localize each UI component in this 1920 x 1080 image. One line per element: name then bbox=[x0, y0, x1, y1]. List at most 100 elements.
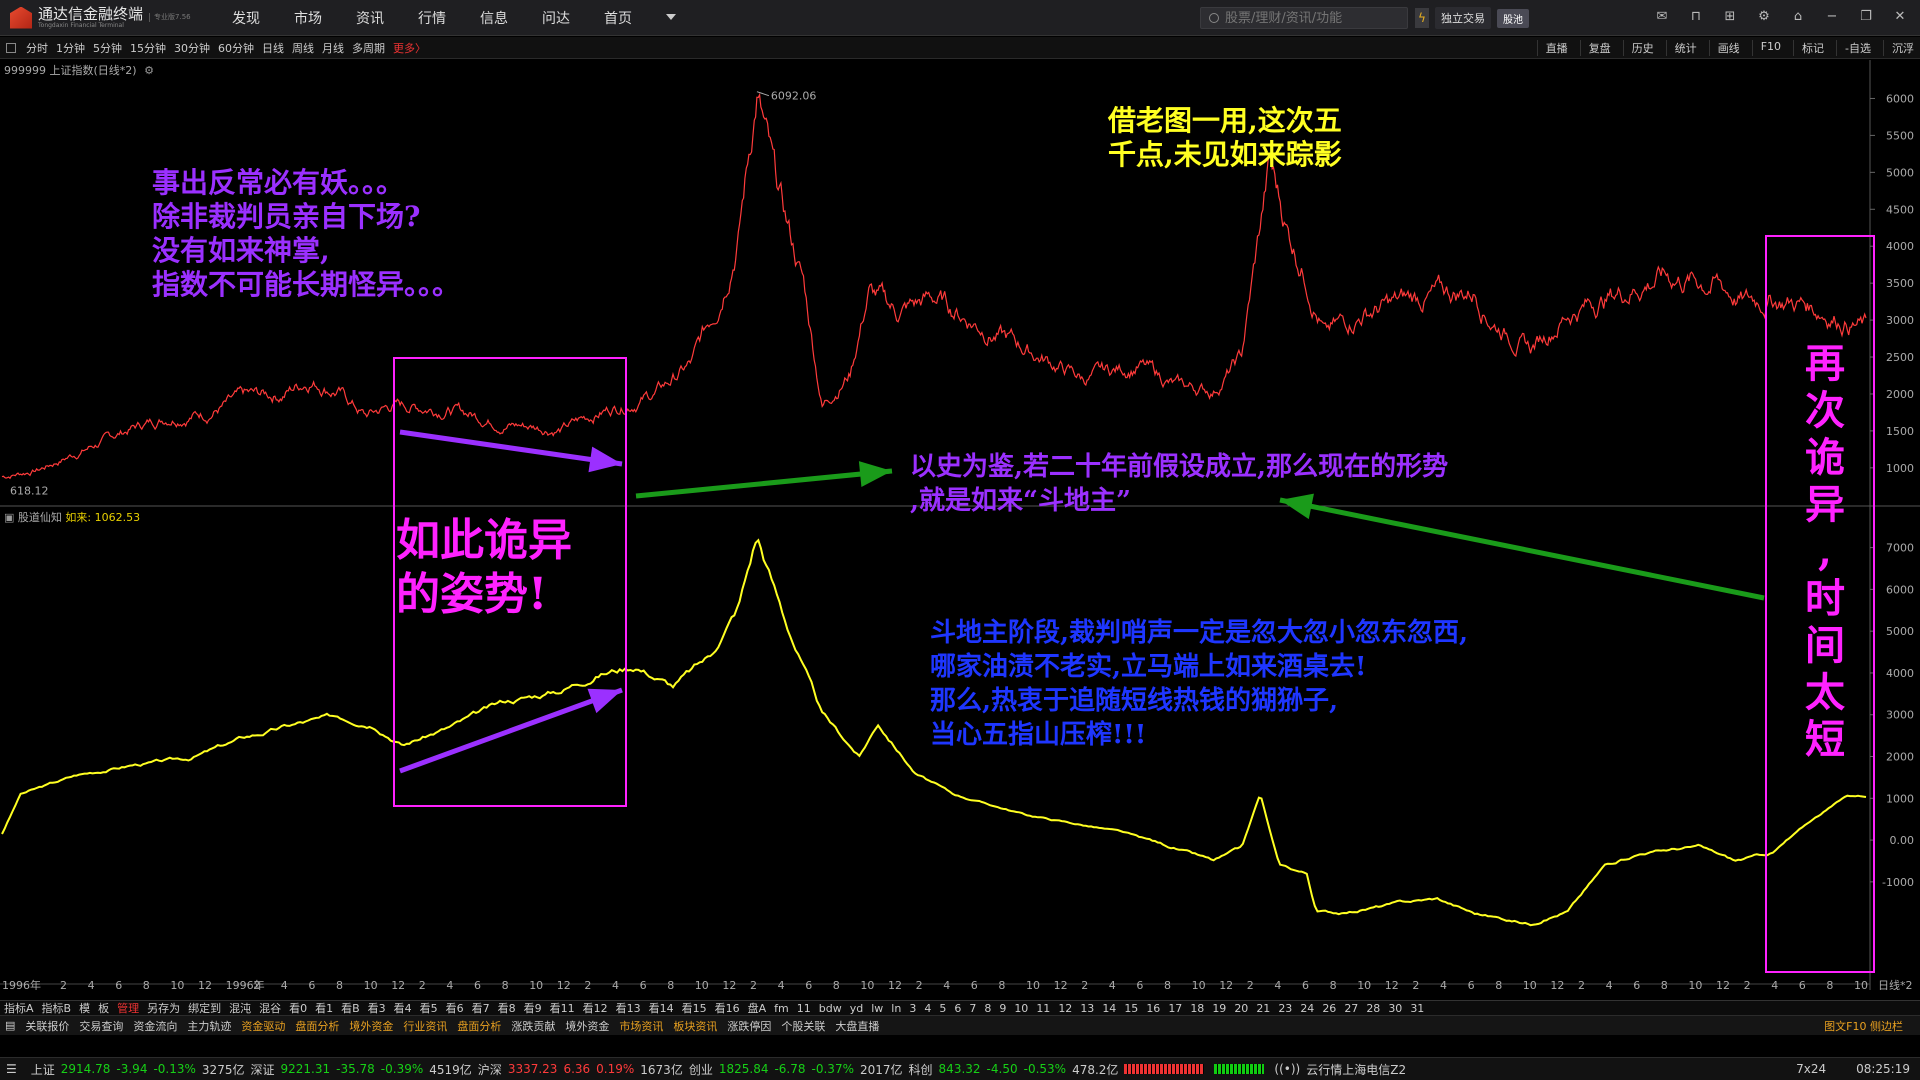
indicator-2[interactable]: 模 bbox=[79, 1000, 90, 1016]
indicator-30[interactable]: lw bbox=[871, 1002, 883, 1015]
menu-item-4[interactable]: 信息 bbox=[480, 8, 508, 28]
function-tab-11[interactable]: 市场资讯 bbox=[619, 1018, 663, 1034]
function-tab-8[interactable]: 盘面分析 bbox=[457, 1018, 501, 1034]
app-logo[interactable]: 通达信金融终端 Tongdaxin Financial Terminal 专业版… bbox=[10, 6, 210, 29]
indicator-4[interactable]: 管理 bbox=[117, 1000, 139, 1016]
indicator-23[interactable]: 看15 bbox=[682, 1000, 707, 1016]
indicator-38[interactable]: 9 bbox=[999, 1002, 1006, 1015]
indicator-56[interactable]: 30 bbox=[1388, 1002, 1402, 1015]
menu-item-1[interactable]: 市场 bbox=[294, 8, 322, 28]
indicator-6[interactable]: 绑定到 bbox=[188, 1000, 221, 1016]
indicator-27[interactable]: 11 bbox=[797, 1002, 811, 1015]
settings-icon[interactable]: ⚙ bbox=[144, 64, 154, 77]
period-3[interactable]: 15分钟 bbox=[130, 40, 166, 56]
tab-panel-icon[interactable]: ▤ bbox=[5, 1019, 15, 1032]
chart-tool-6[interactable]: 标记 bbox=[1793, 39, 1824, 56]
search-input[interactable] bbox=[1225, 10, 1395, 26]
indicator-19[interactable]: 看11 bbox=[550, 1000, 575, 1016]
indicator-9[interactable]: 看0 bbox=[289, 1000, 307, 1016]
lightning-icon[interactable]: ϟ bbox=[1415, 8, 1429, 28]
indicator-45[interactable]: 16 bbox=[1146, 1002, 1160, 1015]
menu-item-6[interactable]: 首页 bbox=[604, 8, 632, 28]
restore-icon[interactable]: ❐ bbox=[1856, 8, 1876, 26]
function-tab-2[interactable]: 资金流向 bbox=[133, 1018, 177, 1034]
indicator-26[interactable]: fm bbox=[774, 1002, 789, 1015]
indicator-3[interactable]: 板 bbox=[98, 1000, 109, 1016]
period-6[interactable]: 日线 bbox=[262, 40, 284, 56]
function-tab-1[interactable]: 交易查询 bbox=[79, 1018, 123, 1034]
indicator-54[interactable]: 27 bbox=[1344, 1002, 1358, 1015]
indicator-24[interactable]: 看16 bbox=[715, 1000, 740, 1016]
index-name[interactable]: 上证 bbox=[31, 1061, 55, 1078]
indicator-50[interactable]: 21 bbox=[1256, 1002, 1270, 1015]
period-more[interactable]: 更多〉 bbox=[393, 40, 426, 56]
indicator-32[interactable]: 3 bbox=[909, 1002, 916, 1015]
search-box[interactable] bbox=[1200, 7, 1408, 29]
chart-tool-5[interactable]: F10 bbox=[1751, 39, 1781, 56]
gear-icon[interactable]: ⚙ bbox=[1754, 8, 1774, 26]
grid-icon[interactable]: ⊞ bbox=[1720, 8, 1740, 26]
index-name[interactable]: 沪深 bbox=[478, 1061, 502, 1078]
minimize-icon[interactable]: − bbox=[1822, 8, 1842, 26]
function-tab-7[interactable]: 行业资讯 bbox=[403, 1018, 447, 1034]
lock-icon[interactable]: ⊓ bbox=[1686, 8, 1706, 26]
period-1[interactable]: 1分钟 bbox=[56, 40, 85, 56]
indicator-22[interactable]: 看14 bbox=[649, 1000, 674, 1016]
indicator-55[interactable]: 28 bbox=[1366, 1002, 1380, 1015]
indicator-36[interactable]: 7 bbox=[969, 1002, 976, 1015]
period-8[interactable]: 月线 bbox=[322, 40, 344, 56]
indicator-31[interactable]: ln bbox=[891, 1002, 901, 1015]
function-tab-12[interactable]: 板块资讯 bbox=[673, 1018, 717, 1034]
period-9[interactable]: 多周期 bbox=[352, 40, 385, 56]
function-tab-0[interactable]: 关联报价 bbox=[25, 1018, 69, 1034]
indicator-57[interactable]: 31 bbox=[1410, 1002, 1424, 1015]
indicator-41[interactable]: 12 bbox=[1058, 1002, 1072, 1015]
status-menu-icon[interactable]: ☰ bbox=[6, 1062, 17, 1076]
period-0[interactable]: 分时 bbox=[26, 40, 48, 56]
function-tab-4[interactable]: 资金驱动 bbox=[241, 1018, 285, 1034]
indicator-21[interactable]: 看13 bbox=[616, 1000, 641, 1016]
index-name[interactable]: 创业 bbox=[689, 1061, 713, 1078]
indicator-51[interactable]: 23 bbox=[1278, 1002, 1292, 1015]
indicator-25[interactable]: 盘A bbox=[748, 1000, 767, 1016]
indicator-0[interactable]: 指标A bbox=[4, 1000, 34, 1016]
indicator-29[interactable]: yd bbox=[850, 1002, 864, 1015]
indicator-14[interactable]: 看5 bbox=[420, 1000, 438, 1016]
function-tab-13[interactable]: 涨跌停因 bbox=[727, 1018, 771, 1034]
indicator-12[interactable]: 看3 bbox=[368, 1000, 386, 1016]
indicator-53[interactable]: 26 bbox=[1322, 1002, 1336, 1015]
chart-tool-8[interactable]: 沉浮 bbox=[1883, 39, 1914, 56]
chart-tool-1[interactable]: 复盘 bbox=[1579, 39, 1611, 56]
indicator-8[interactable]: 混谷 bbox=[259, 1000, 281, 1016]
period-5[interactable]: 60分钟 bbox=[218, 40, 254, 56]
mail-icon[interactable]: ✉ bbox=[1652, 8, 1672, 26]
function-tab-14[interactable]: 个股关联 bbox=[781, 1018, 825, 1034]
indicator-39[interactable]: 10 bbox=[1014, 1002, 1028, 1015]
indicator-47[interactable]: 18 bbox=[1190, 1002, 1204, 1015]
menu-item-5[interactable]: 问达 bbox=[542, 8, 570, 28]
indicator-16[interactable]: 看7 bbox=[472, 1000, 490, 1016]
indicator-49[interactable]: 20 bbox=[1234, 1002, 1248, 1015]
indicator-40[interactable]: 11 bbox=[1036, 1002, 1050, 1015]
chart-tool-7[interactable]: -自选 bbox=[1836, 39, 1871, 56]
index-name[interactable]: 深证 bbox=[250, 1061, 274, 1078]
period-4[interactable]: 30分钟 bbox=[174, 40, 210, 56]
chart-tool-2[interactable]: 历史 bbox=[1622, 39, 1654, 56]
indicator-17[interactable]: 看8 bbox=[498, 1000, 516, 1016]
menu-item-0[interactable]: 发现 bbox=[232, 8, 260, 28]
indicator-5[interactable]: 另存为 bbox=[147, 1000, 180, 1016]
indicator-52[interactable]: 24 bbox=[1300, 1002, 1314, 1015]
period-7[interactable]: 周线 bbox=[292, 40, 314, 56]
indicator-34[interactable]: 5 bbox=[939, 1002, 946, 1015]
indicator-1[interactable]: 指标B bbox=[42, 1000, 72, 1016]
sidebar-toggle[interactable]: 图文F10 侧边栏 bbox=[1824, 1018, 1903, 1034]
indicator-48[interactable]: 19 bbox=[1212, 1002, 1226, 1015]
menu-item-3[interactable]: 行情 bbox=[418, 8, 446, 28]
chart-tool-4[interactable]: 画线 bbox=[1708, 39, 1740, 56]
indicator-18[interactable]: 看9 bbox=[524, 1000, 542, 1016]
indicator-13[interactable]: 看4 bbox=[394, 1000, 412, 1016]
panel-toggle-icon[interactable] bbox=[6, 42, 16, 53]
close-icon[interactable]: ✕ bbox=[1890, 8, 1910, 26]
function-tab-15[interactable]: 大盘直播 bbox=[835, 1018, 879, 1034]
mode-label[interactable]: 7x24 bbox=[1796, 1062, 1826, 1076]
